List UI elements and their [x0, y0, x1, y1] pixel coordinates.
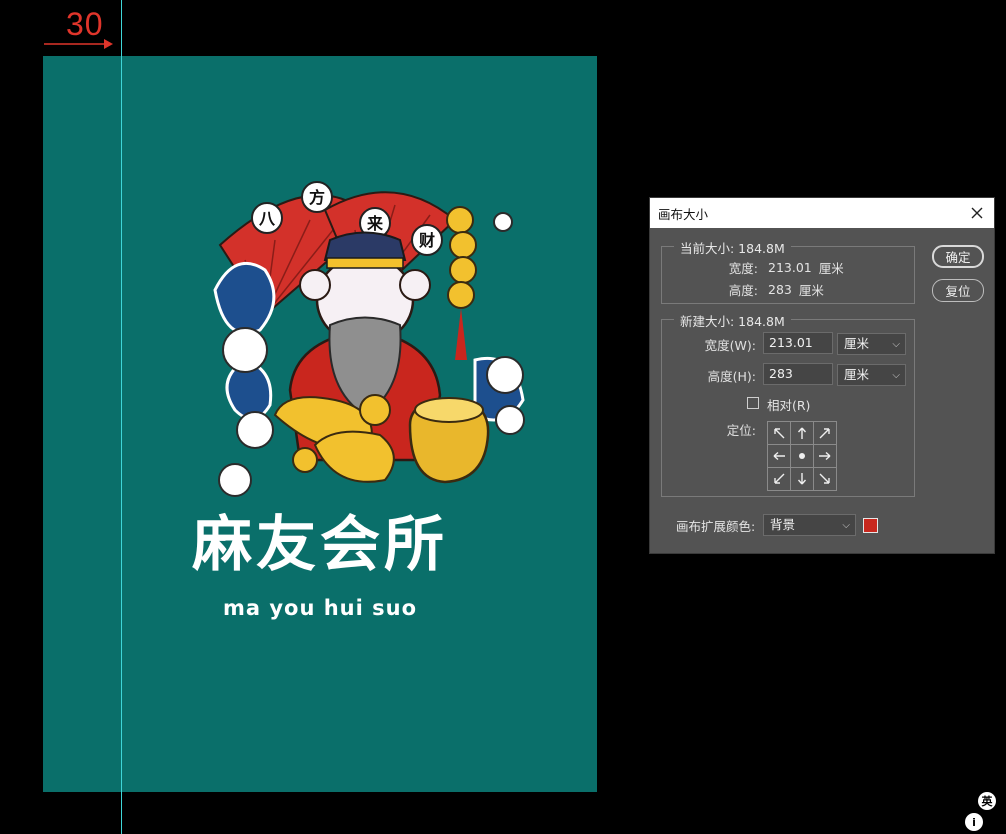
fan-char-2: 方 [309, 188, 325, 207]
current-size-legend: 当前大小: 184.8M [674, 238, 791, 257]
current-width-unit: 厘米 [818, 261, 844, 276]
anchor-bottom-left[interactable] [766, 466, 791, 491]
info-icon[interactable]: i [965, 813, 983, 831]
new-width-input[interactable]: 213.01 [763, 332, 833, 354]
offset-arrow-icon [44, 39, 113, 49]
offset-annotation: 30 [66, 6, 104, 42]
current-width-value: 213.01 [768, 260, 812, 275]
dialog-titlebar[interactable]: 画布大小 [650, 198, 994, 228]
arrow-down-left-icon [773, 473, 784, 484]
current-width-label: 宽度: [728, 261, 758, 276]
chevron-down-icon: ⌵ [892, 339, 900, 350]
close-icon[interactable] [968, 204, 986, 222]
artwork-title: 麻友会所 [192, 510, 448, 580]
arrow-right-icon [818, 451, 830, 460]
anchor-right[interactable] [812, 443, 837, 468]
arrow-up-icon [797, 427, 806, 439]
relative-label[interactable]: 相对(R) [767, 395, 810, 414]
artwork-subtitle: ma you hui suo [222, 596, 418, 620]
fan-char-3: 来 [366, 214, 384, 233]
anchor-label: 定位: [726, 423, 756, 438]
new-width-unit-select[interactable]: 厘米 ⌵ [837, 333, 906, 355]
arrow-down-icon [797, 472, 806, 484]
anchor-center[interactable] [789, 443, 814, 468]
extension-color-value: 背景 [770, 517, 796, 532]
new-width-unit-value: 厘米 [844, 336, 870, 351]
center-dot-icon [798, 452, 805, 459]
anchor-left[interactable] [766, 443, 791, 468]
dialog-title: 画布大小 [658, 206, 709, 222]
vertical-guide-line[interactable] [121, 0, 122, 834]
god-of-wealth-illustration: 八 方 来 财 [213, 181, 525, 497]
fan-char-1: 八 [258, 209, 276, 228]
arrow-down-right-icon [819, 473, 830, 484]
current-height-unit: 厘米 [798, 283, 824, 298]
new-height-label: 高度(H): [707, 369, 756, 384]
ok-button[interactable]: 确定 [932, 245, 984, 268]
new-height-input[interactable]: 283 [763, 363, 833, 385]
extension-color-label: 画布扩展颜色: [676, 519, 756, 534]
extension-color-swatch[interactable] [863, 518, 878, 533]
new-width-label: 宽度(W): [704, 338, 756, 353]
ime-indicator[interactable]: 英 [978, 792, 996, 810]
current-height-value: 283 [768, 282, 792, 297]
extension-color-select[interactable]: 背景 ⌵ [763, 514, 856, 536]
arrow-up-left-icon [773, 427, 784, 438]
new-height-unit-select[interactable]: 厘米 ⌵ [837, 364, 906, 386]
chevron-down-icon: ⌵ [892, 370, 900, 381]
new-size-legend: 新建大小: 184.8M [674, 311, 791, 330]
arrow-up-right-icon [819, 427, 830, 438]
fan-char-4: 财 [418, 231, 435, 250]
anchor-top-right[interactable] [812, 420, 837, 445]
current-height-label: 高度: [728, 283, 758, 298]
anchor-bottom[interactable] [789, 466, 814, 491]
anchor-top[interactable] [789, 420, 814, 445]
anchor-grid [766, 420, 837, 491]
arrow-left-icon [773, 451, 785, 460]
current-size-group: 当前大小: 184.8M 宽度: 213.01 厘米 高度: 283 厘米 [661, 238, 915, 304]
relative-checkbox[interactable] [747, 397, 759, 409]
chevron-down-icon: ⌵ [842, 520, 850, 531]
new-height-unit-value: 厘米 [844, 367, 870, 382]
anchor-top-left[interactable] [766, 420, 791, 445]
anchor-bottom-right[interactable] [812, 466, 837, 491]
canvas-size-dialog: 画布大小 当前大小: 184.8M 宽度: 213.01 厘米 高度: 283 … [649, 197, 995, 554]
reset-button[interactable]: 复位 [932, 279, 984, 302]
